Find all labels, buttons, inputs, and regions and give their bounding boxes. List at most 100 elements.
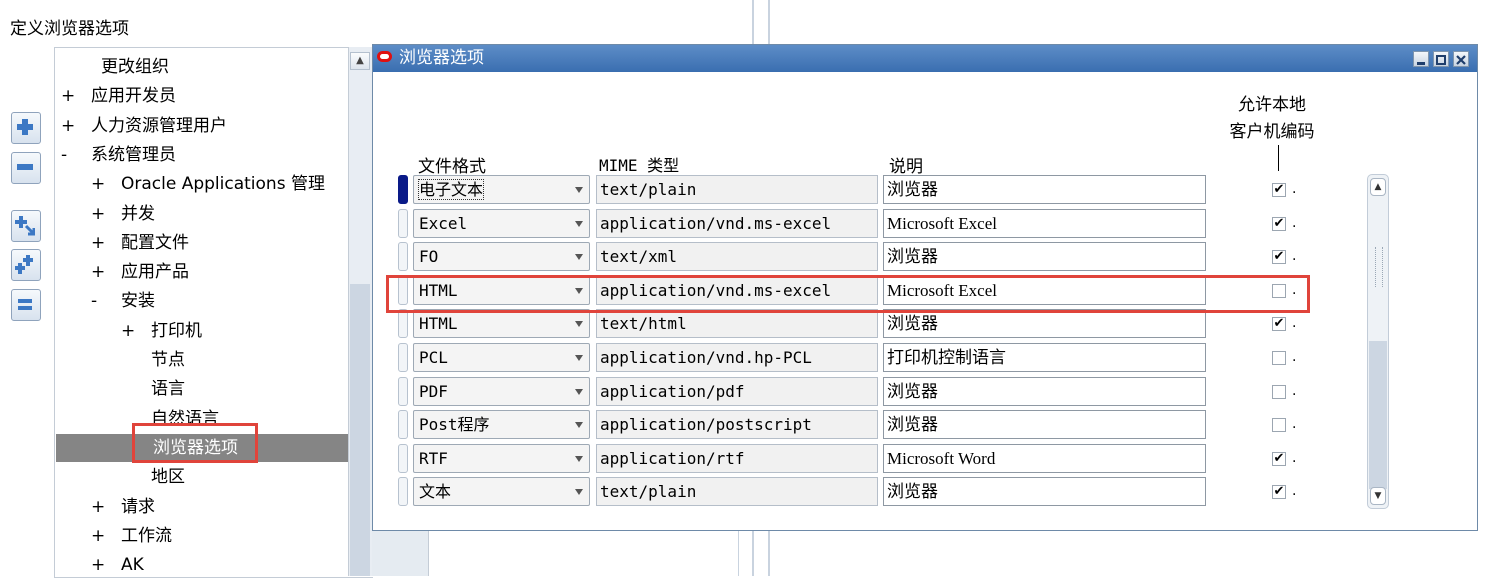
expand-button[interactable] [11, 112, 41, 144]
allow-local-checkbox[interactable]: ✔ [1272, 250, 1286, 265]
dropdown-arrow-icon[interactable] [575, 489, 583, 496]
allow-local-checkbox[interactable]: ✔ [1272, 485, 1286, 500]
panel-background [372, 525, 429, 576]
mime-type-field[interactable]: text/xml [596, 242, 878, 272]
allow-local-checkbox[interactable]: ✔ [1272, 183, 1286, 197]
description-field[interactable]: 浏览器 [883, 175, 1206, 204]
description-field[interactable]: 浏览器 [883, 410, 1206, 440]
tree-node[interactable]: + 应用产品 [91, 258, 189, 286]
column-header-allow-local-line1: 允许本地 [1238, 95, 1306, 115]
row-indicator[interactable] [398, 443, 408, 473]
mime-type-field[interactable]: text/plain [596, 477, 878, 507]
description-field[interactable]: 浏览器 [883, 477, 1206, 507]
dropdown-arrow-icon[interactable] [575, 355, 583, 361]
format-select[interactable]: 文本 [413, 477, 590, 507]
allow-local-checkbox[interactable]: ✔ [1272, 451, 1286, 466]
description-field[interactable]: 打印机控制语言 [883, 343, 1206, 372]
dropdown-arrow-icon[interactable] [575, 254, 583, 261]
tree-toggle-icon[interactable]: + [91, 258, 121, 286]
tree-node[interactable]: + 请求 [91, 493, 155, 521]
dropdown-arrow-icon[interactable] [575, 455, 583, 462]
allow-local-checkbox[interactable] [1272, 384, 1286, 399]
allow-local-checkbox[interactable]: ✔ [1272, 216, 1286, 231]
tree-toggle-icon[interactable]: + [91, 229, 121, 257]
tree-node[interactable]: + 打印机 [121, 317, 202, 345]
grid-scrollbar[interactable]: ▲ ▼ [1367, 174, 1389, 509]
close-button[interactable] [1453, 51, 1469, 67]
format-select[interactable]: 电子文本 [413, 175, 590, 204]
format-select[interactable]: PCL [413, 343, 590, 372]
dropdown-arrow-icon[interactable] [575, 187, 583, 193]
row-indicator[interactable] [398, 242, 408, 272]
expand-all-button[interactable] [11, 249, 41, 281]
tree-toggle-icon[interactable]: + [91, 200, 121, 228]
tree-node[interactable]: - 系统管理员 [61, 141, 176, 169]
tree-toggle-icon[interactable]: + [91, 551, 121, 579]
tree-node[interactable]: + Oracle Applications 管理 [91, 170, 325, 198]
tree-node[interactable]: 节点 [151, 346, 185, 374]
allow-local-checkbox[interactable] [1272, 351, 1286, 365]
tree-node[interactable]: + 人力资源管理用户 [61, 112, 227, 140]
tree-toggle-icon[interactable]: + [121, 317, 151, 345]
scroll-up-icon[interactable]: ▲ [1370, 178, 1386, 196]
format-select[interactable]: Excel [413, 208, 590, 238]
description-field[interactable]: 浏览器 [883, 309, 1206, 339]
row-indicator[interactable] [398, 477, 408, 507]
tree-toggle-icon[interactable]: + [61, 82, 91, 110]
dropdown-arrow-icon[interactable] [575, 220, 583, 227]
tree-toggle-icon[interactable]: + [61, 112, 91, 140]
description-field[interactable]: 浏览器 [883, 376, 1206, 406]
tree-node[interactable]: 地区 [151, 463, 185, 491]
checkbox-dot: . [1292, 416, 1297, 433]
window-titlebar[interactable]: 浏览器选项 [373, 45, 1477, 72]
mime-type-field[interactable]: text/plain [596, 175, 878, 204]
format-select[interactable]: RTF [413, 443, 590, 473]
maximize-button[interactable] [1433, 51, 1449, 67]
tree-node[interactable]: 语言 [151, 375, 185, 403]
collapse-button[interactable] [11, 152, 41, 184]
mime-type-field[interactable]: text/html [596, 309, 878, 339]
tree-node[interactable]: 更改组织 [101, 53, 169, 81]
row-indicator[interactable] [398, 376, 408, 406]
tree-node[interactable]: + 并发 [91, 200, 155, 228]
tree-toggle-icon[interactable]: - [91, 287, 121, 315]
tree-node[interactable]: + 工作流 [91, 522, 172, 550]
mime-type-field[interactable]: application/postscript [596, 410, 878, 440]
allow-local-checkbox[interactable] [1272, 418, 1286, 433]
tree-toggle-icon[interactable]: - [61, 141, 91, 169]
row-indicator[interactable] [398, 175, 408, 204]
dropdown-arrow-icon[interactable] [575, 422, 583, 429]
expand-branch-button[interactable] [11, 210, 41, 242]
grid-scroll-thumb[interactable] [1369, 341, 1387, 489]
tree-toggle-icon[interactable]: + [91, 170, 121, 198]
format-select[interactable]: HTML [413, 309, 590, 339]
description-field[interactable]: 浏览器 [883, 242, 1206, 272]
scroll-up-icon[interactable]: ▲ [350, 52, 370, 70]
collapse-all-button[interactable] [11, 289, 41, 321]
mime-type-field[interactable]: application/rtf [596, 443, 878, 473]
mime-type-field[interactable]: application/pdf [596, 376, 878, 406]
row-indicator[interactable] [398, 208, 408, 238]
row-indicator[interactable] [398, 309, 408, 339]
scroll-down-icon[interactable]: ▼ [1370, 487, 1386, 505]
tree-node[interactable]: + AK [91, 551, 144, 579]
dropdown-arrow-icon[interactable] [575, 388, 583, 395]
mime-type-field[interactable]: application/vnd.ms-excel [596, 208, 878, 238]
mime-type-field[interactable]: application/vnd.hp-PCL [596, 343, 878, 372]
format-select[interactable]: PDF [413, 376, 590, 406]
tree-scroll-thumb[interactable] [350, 284, 370, 576]
minimize-button[interactable] [1413, 51, 1429, 67]
tree-toggle-icon[interactable]: + [91, 522, 121, 550]
tree-node[interactable]: + 应用开发员 [61, 82, 176, 110]
description-field[interactable]: Microsoft Word [883, 443, 1206, 473]
row-indicator[interactable] [398, 410, 408, 440]
row-indicator[interactable] [398, 343, 408, 372]
tree-node[interactable]: + 配置文件 [91, 229, 189, 257]
description-field[interactable]: Microsoft Excel [883, 208, 1206, 238]
tree-node[interactable]: - 安装 [91, 287, 155, 315]
format-select[interactable]: Post程序 [413, 410, 590, 440]
tree-toggle-icon[interactable]: + [91, 493, 121, 521]
allow-local-checkbox[interactable]: ✔ [1272, 317, 1286, 332]
format-select[interactable]: FO [413, 242, 590, 272]
dropdown-arrow-icon[interactable] [575, 321, 583, 328]
